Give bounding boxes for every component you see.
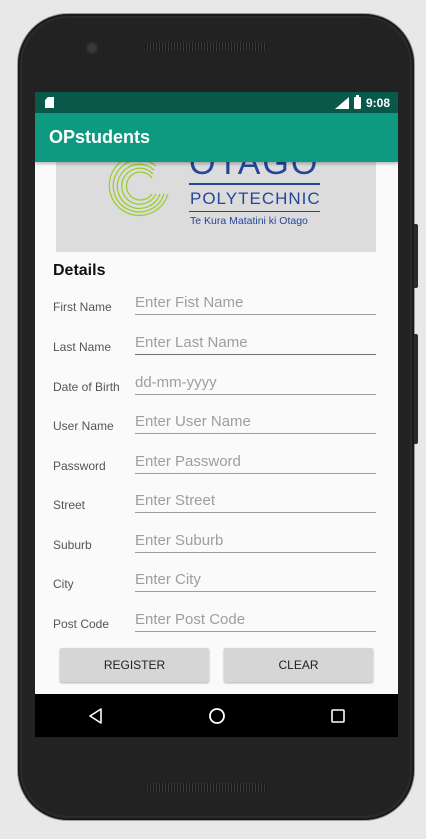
top-speaker-grille <box>145 42 267 51</box>
first-name-field[interactable] <box>135 290 376 315</box>
bottom-speaker-grille <box>145 783 267 792</box>
user-name-field[interactable] <box>135 409 376 434</box>
navigation-bar <box>35 694 398 737</box>
app-bar: OPstudents <box>35 113 398 162</box>
status-bar: 9:08 <box>35 92 398 113</box>
back-button[interactable] <box>76 696 116 736</box>
logo-divider <box>189 211 320 212</box>
suburb-row: Suburb <box>35 528 398 568</box>
password-label: Password <box>53 459 106 473</box>
post-code-field[interactable] <box>135 607 376 632</box>
last-name-field[interactable] <box>135 330 376 355</box>
suburb-label: Suburb <box>53 538 92 552</box>
logo-tagline: Te Kura Matatini ki Otago <box>190 215 308 227</box>
logo-divider <box>189 183 320 185</box>
street-row: Street <box>35 488 398 528</box>
front-camera <box>88 44 96 52</box>
logo-subtitle: POLYTECHNIC <box>190 189 321 208</box>
user-name-label: User Name <box>53 419 114 433</box>
post-code-row: Post Code <box>35 607 398 647</box>
status-time: 9:08 <box>365 95 390 110</box>
back-icon <box>88 707 102 724</box>
battery-icon <box>353 94 361 109</box>
street-label: Street <box>53 498 86 512</box>
signal-icon <box>334 96 349 109</box>
volume-button <box>414 224 418 288</box>
first-name-label: First Name <box>53 300 112 314</box>
date-of-birth-row: Date of Birth <box>35 370 398 410</box>
home-button[interactable] <box>197 696 237 736</box>
clear-button[interactable]: CLEAR <box>224 648 373 682</box>
city-field[interactable] <box>135 567 376 592</box>
last-name-row: Last Name <box>35 330 398 370</box>
screen: 9:08 OPstudents OTAGO POLYTECHNIC Te Kur… <box>35 92 398 737</box>
password-field[interactable] <box>135 449 376 474</box>
form-scroll-view[interactable]: OTAGO POLYTECHNIC Te Kura Matatini ki Ot… <box>35 162 398 694</box>
first-name-row: First Name <box>35 290 398 330</box>
otago-polytechnic-logo: OTAGO POLYTECHNIC Te Kura Matatini ki Ot… <box>56 162 376 252</box>
recents-icon <box>330 708 345 723</box>
home-icon <box>208 707 225 724</box>
city-row: City <box>35 567 398 607</box>
sd-card-icon <box>45 97 54 108</box>
power-button <box>414 334 418 444</box>
register-button[interactable]: REGISTER <box>60 648 209 682</box>
last-name-label: Last Name <box>53 340 112 354</box>
details-heading: Details <box>53 262 106 279</box>
street-field[interactable] <box>135 488 376 513</box>
suburb-field[interactable] <box>135 528 376 553</box>
logo-wordmark: OTAGO <box>189 162 320 182</box>
app-title: OPstudents <box>49 127 151 147</box>
recents-button[interactable] <box>318 696 358 736</box>
post-code-label: Post Code <box>53 617 110 631</box>
logo-swirl-icon <box>108 162 169 217</box>
user-name-row: User Name <box>35 409 398 449</box>
date-of-birth-field[interactable] <box>135 370 376 395</box>
city-label: City <box>53 577 74 591</box>
date-of-birth-label: Date of Birth <box>53 380 120 394</box>
password-row: Password <box>35 449 398 489</box>
